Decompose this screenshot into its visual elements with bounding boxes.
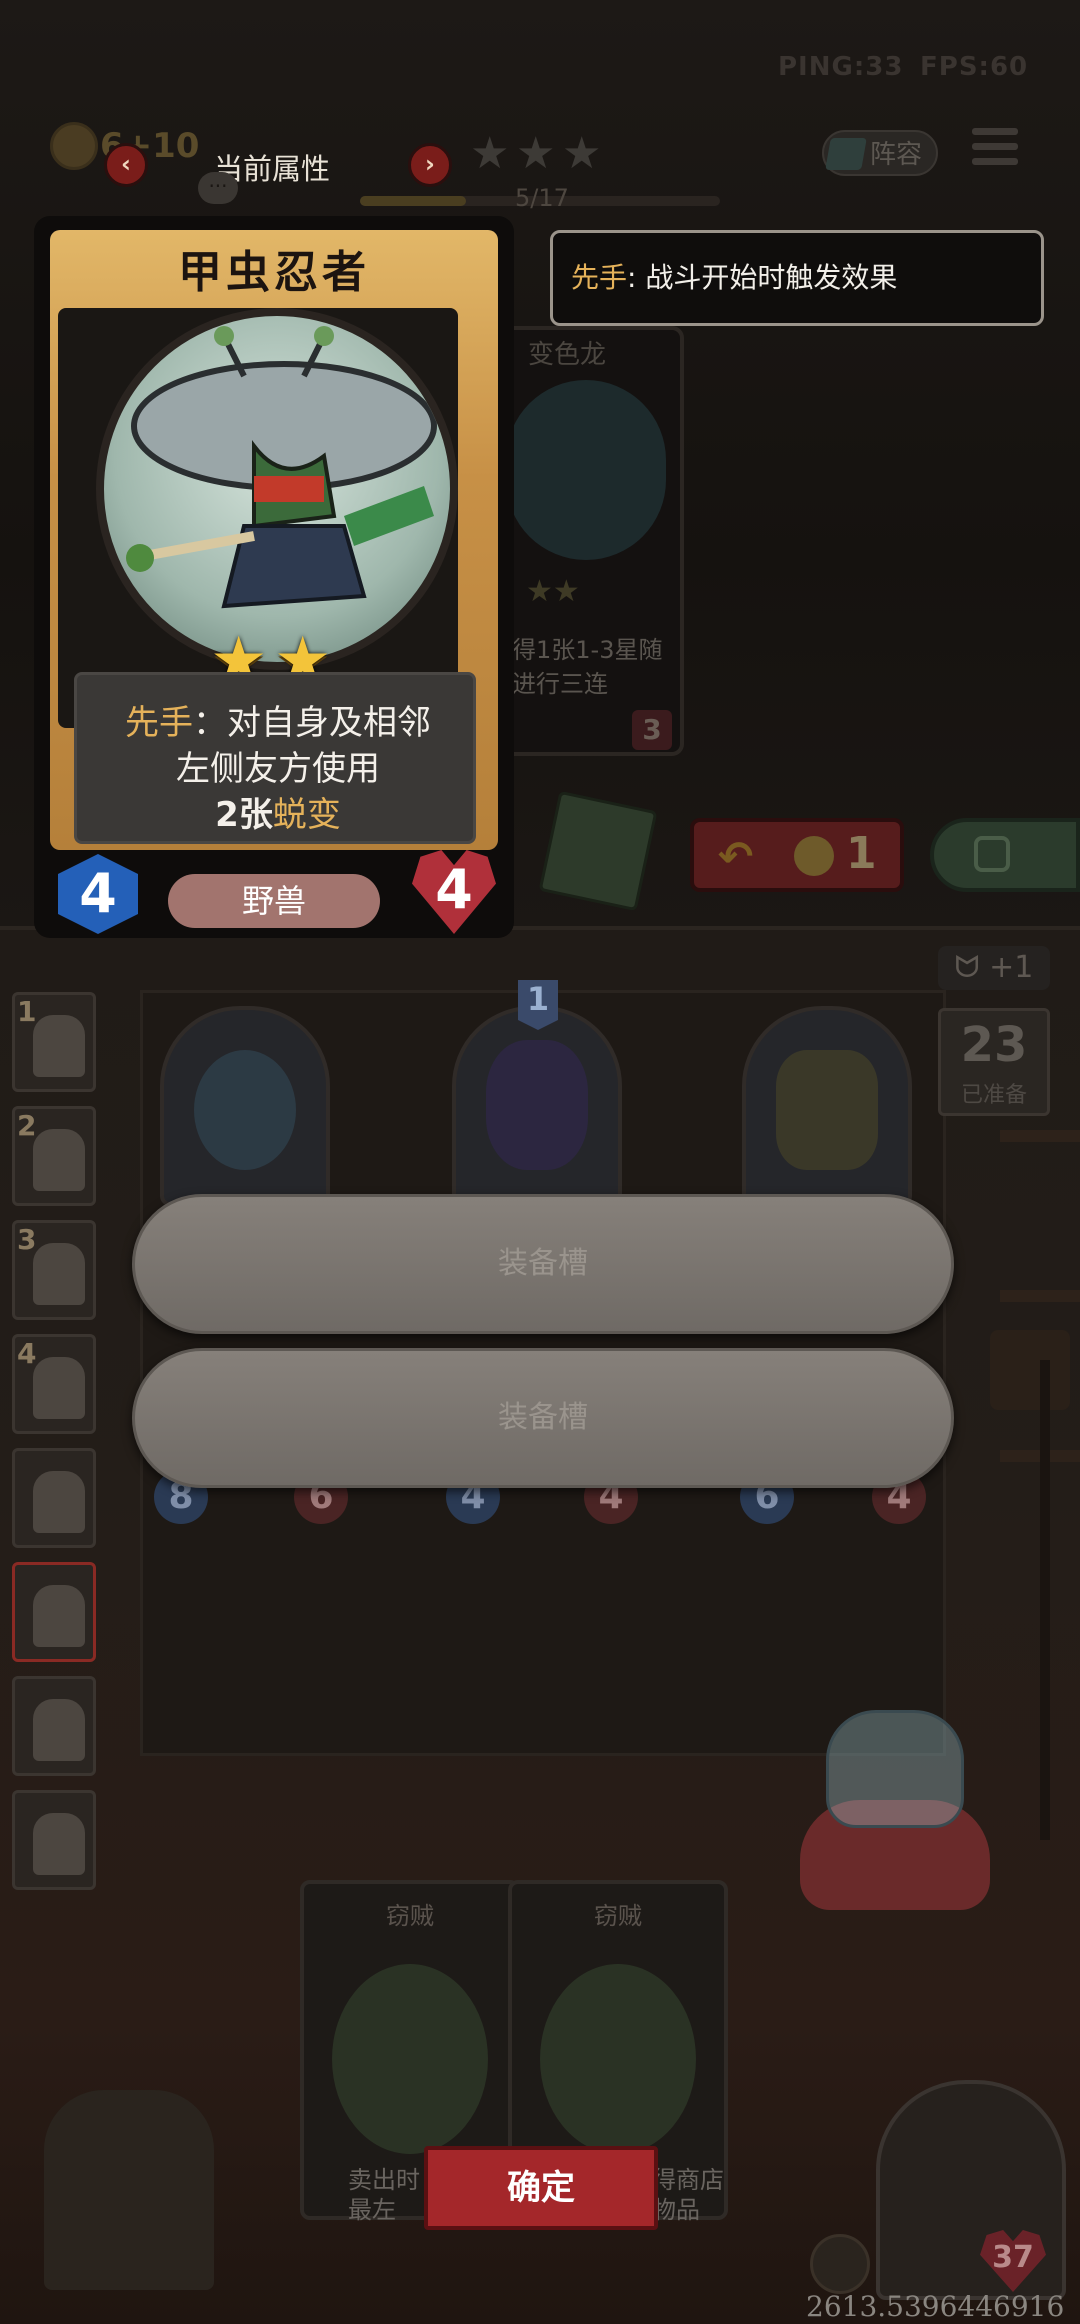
hero-face: [33, 1585, 85, 1647]
prev-attribute-button[interactable]: ‹: [104, 143, 148, 187]
turn-counter: ᗢ +1: [938, 946, 1050, 990]
team-slot[interactable]: [12, 1448, 96, 1548]
minion-level-badge: 1: [518, 980, 558, 1030]
card-description-line: 左侧友方使用: [176, 749, 380, 789]
hero-portrait[interactable]: [876, 2080, 1066, 2300]
description-text: 2张: [215, 795, 273, 835]
lamp-post-decoration: [1040, 1360, 1050, 1840]
ready-count: 23: [960, 1017, 1028, 1073]
minion-art: [776, 1050, 878, 1170]
tier-progress-fill: [360, 196, 466, 206]
coin-icon: [810, 2234, 870, 2294]
card-detail-beetle-ninja[interactable]: 甲虫忍者 ★ ★ 先手：对自身及相邻 左侧友方使用 2张蜕变 4 野兽 4: [34, 216, 514, 938]
card-art: [332, 1964, 488, 2154]
minion-art: [486, 1040, 588, 1170]
card-tribe: 野兽: [168, 874, 380, 928]
bookshelf: [1000, 1130, 1080, 1142]
equipment-slot[interactable]: 装备槽: [132, 1348, 954, 1488]
card-attack: 4: [58, 854, 138, 934]
card-description-line: 最左: [348, 2196, 396, 2224]
lamp-decoration: [990, 1330, 1070, 1410]
hero-face: [33, 1129, 85, 1191]
tier-star-icon: ★: [562, 128, 602, 179]
refresh-button[interactable]: ↶ 1: [690, 818, 904, 892]
ninja-illustration: [126, 326, 437, 609]
refresh-icon: ↶: [718, 832, 754, 881]
lock-shop-button[interactable]: [930, 818, 1080, 892]
card-description-line: 物品: [652, 2196, 700, 2224]
lineup-label: 阵容: [869, 140, 922, 170]
hero-face: [33, 1813, 85, 1875]
refresh-cost: 1: [846, 828, 877, 879]
minion-art: [194, 1050, 296, 1170]
hero-face: [33, 1699, 85, 1761]
team-slot-number: 4: [17, 1337, 37, 1370]
team-slot[interactable]: [12, 1790, 96, 1890]
card-description-line: 进行三连: [512, 670, 608, 698]
team-slot-number: 3: [17, 1223, 37, 1256]
card-name: 窃贼: [386, 1902, 434, 1930]
debug-readout: 2613.5396446916: [806, 2290, 1065, 2323]
card-health: 4: [412, 850, 496, 934]
team-slot-selected[interactable]: [12, 1562, 96, 1662]
ready-label: 已准备: [960, 1083, 1027, 1108]
board-minion[interactable]: [742, 1006, 912, 1206]
glass-jar: [826, 1710, 964, 1828]
card-description: 先手：对自身及相邻 左侧友方使用 2张蜕变: [74, 672, 476, 844]
coin-icon: [794, 836, 834, 876]
description-text: ：对自身及相邻: [193, 703, 431, 743]
tooltip-text: : 战斗开始时触发效果: [627, 261, 898, 294]
confirm-button[interactable]: 确定: [424, 2146, 658, 2230]
fps-readout: FPS:60: [920, 52, 1029, 82]
board-minion[interactable]: [452, 1006, 622, 1206]
card-art: [506, 380, 666, 560]
card-art: [540, 1964, 696, 2154]
shopkeeper-figure: [44, 2090, 214, 2290]
team-slot[interactable]: 1: [12, 992, 96, 1092]
hero-face: [33, 1243, 85, 1305]
equipment-slot[interactable]: 装备槽: [132, 1194, 954, 1334]
card-description-line: 先手：对自身及相邻: [77, 695, 479, 744]
next-attribute-button[interactable]: ›: [408, 143, 452, 187]
hero-face: [33, 1357, 85, 1419]
bookshelf: [1000, 1290, 1080, 1302]
board-minion[interactable]: [160, 1006, 330, 1206]
hero-face: [33, 1015, 85, 1077]
team-slot-number: 2: [17, 1109, 37, 1142]
lock-icon: [974, 836, 1010, 872]
card-health-badge: 3: [632, 710, 672, 750]
tooltip-keyword: 先手: [571, 261, 628, 294]
keyword: 蜕变: [272, 795, 341, 835]
lineup-icon: [825, 138, 867, 170]
beetle-ninja-art: [96, 308, 458, 670]
ping-readout: PING:33: [778, 52, 904, 82]
card-name: 窃贼: [594, 1902, 642, 1930]
team-slot[interactable]: 4: [12, 1334, 96, 1434]
card-stars: ★★: [526, 574, 580, 609]
chat-icon[interactable]: ···: [198, 172, 238, 204]
ready-counter: 23 已准备: [938, 1008, 1050, 1116]
gold-coin-icon: [50, 122, 98, 170]
tier-star-icon: ★: [470, 128, 510, 179]
menu-icon[interactable]: [972, 128, 1018, 176]
card-description-line: 得1张1-3星随: [512, 636, 663, 664]
tier-star-icon: ★: [516, 128, 556, 179]
card-name: 甲虫忍者: [178, 247, 370, 298]
team-slot[interactable]: 2: [12, 1106, 96, 1206]
team-slot[interactable]: [12, 1676, 96, 1776]
card-description-line: 2张蜕变: [77, 787, 479, 836]
card-name: 变色龙: [528, 340, 607, 370]
team-slot-number: 1: [17, 995, 37, 1028]
lineup-button[interactable]: 阵容: [822, 130, 938, 176]
hero-face: [33, 1471, 85, 1533]
book-icon[interactable]: [538, 790, 658, 912]
team-slot[interactable]: 3: [12, 1220, 96, 1320]
tier-progress-text: 5/17: [515, 184, 569, 212]
keyword: 先手: [125, 703, 193, 743]
keyword-tooltip: 先手: 战斗开始时触发效果: [550, 230, 1044, 326]
